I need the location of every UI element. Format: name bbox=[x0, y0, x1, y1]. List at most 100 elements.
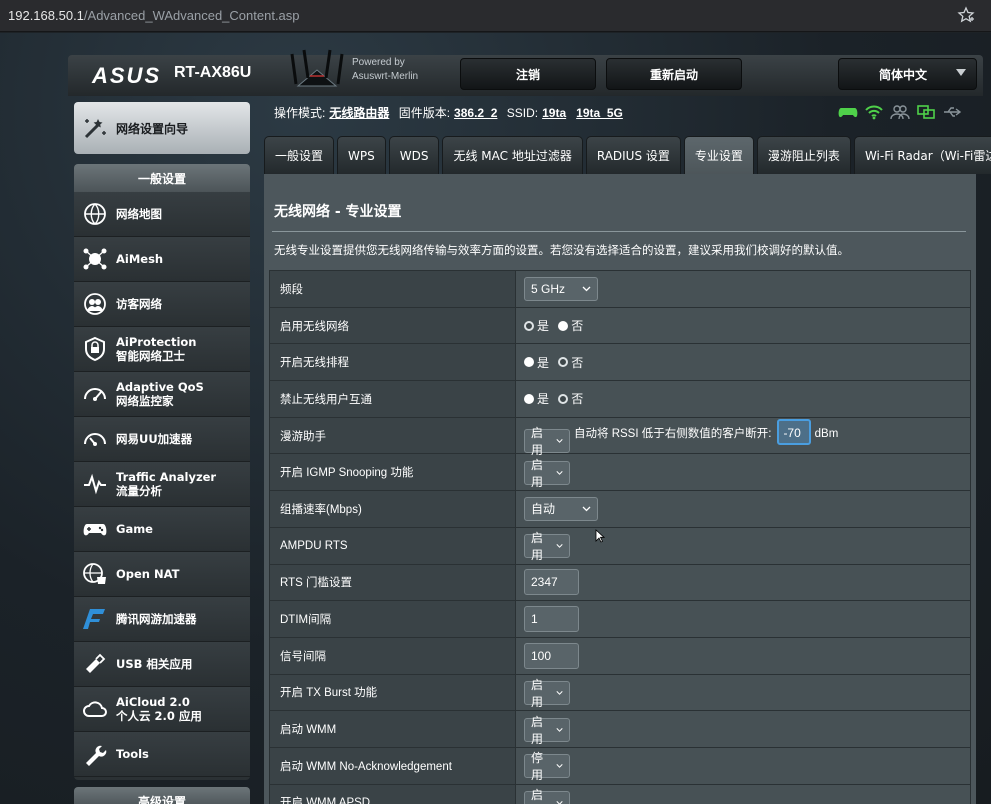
tencent-accelerator-icon bbox=[83, 609, 105, 629]
dtim-input[interactable]: 1 bbox=[524, 606, 579, 633]
ap-isolated-no[interactable]: 否 bbox=[558, 390, 583, 407]
table-row: AMPDU RTS 启用 bbox=[269, 526, 971, 565]
page-description: 无线专业设置提供您无线网络传输与效率方面的设置。若您没有选择适合的设置，建议采用… bbox=[274, 243, 849, 257]
quick-setup-button[interactable]: 网络设置向导 bbox=[74, 102, 250, 154]
tab-wifi-radar[interactable]: Wi-Fi Radar（Wi-Fi雷达） bbox=[853, 136, 991, 174]
wmm-noack-select[interactable]: 停用 bbox=[524, 751, 570, 782]
band-select[interactable]: 5 GHz bbox=[524, 276, 598, 301]
gamepad-icon bbox=[83, 524, 107, 536]
table-row: 开启无线排程 是 否 bbox=[269, 343, 971, 382]
browser-url-bar[interactable]: 192.168.50.1/Advanced_WAdvanced_Content.… bbox=[0, 0, 991, 32]
table-row: DTIM间隔 1 bbox=[269, 600, 971, 638]
bookmark-star-icon[interactable] bbox=[957, 6, 975, 24]
yes-label: 是 bbox=[537, 392, 550, 407]
multicast-select[interactable]: 自动 bbox=[524, 496, 598, 521]
mode-label: 操作模式: bbox=[274, 106, 326, 120]
wmm-apsd-select[interactable]: 启用 bbox=[524, 788, 570, 804]
sidebar-item-tools[interactable]: Tools bbox=[74, 732, 250, 777]
yes-label: 是 bbox=[537, 319, 550, 334]
sidebar-item-guest-network[interactable]: 访客网络 bbox=[74, 282, 250, 327]
wmm-select[interactable]: 启用 bbox=[524, 715, 570, 746]
radio-button[interactable] bbox=[524, 357, 534, 368]
sidebar-item-adaptive-qos[interactable]: Adaptive QoS 网络监控家 bbox=[74, 372, 250, 417]
tab-general[interactable]: 一般设置 bbox=[264, 136, 335, 174]
language-select[interactable]: 简体中文 bbox=[838, 58, 977, 90]
ampdu-select[interactable]: 启用 bbox=[524, 531, 570, 562]
sidebar-item-aimesh[interactable]: AiMesh bbox=[74, 237, 250, 282]
tab-radius[interactable]: RADIUS 设置 bbox=[585, 136, 681, 174]
txburst-value: 启用 bbox=[531, 677, 544, 709]
tab-wps[interactable]: WPS bbox=[337, 136, 386, 174]
ssid-2g[interactable]: 19ta bbox=[542, 106, 566, 120]
quick-setup-label: 网络设置向导 bbox=[116, 121, 189, 136]
status-icons bbox=[838, 104, 962, 120]
sidebar-item-network-map[interactable]: 网络地图 bbox=[74, 192, 250, 237]
table-row: 开启 IGMP Snooping 功能 启用 bbox=[269, 453, 971, 492]
chevron-down-icon bbox=[556, 801, 563, 804]
speedometer-icon bbox=[84, 388, 106, 401]
sidebar-item-tencent-accelerator[interactable]: 腾讯网游加速器 bbox=[74, 597, 250, 642]
rts-label: RTS 门槛设置 bbox=[269, 563, 516, 602]
enable-radio-yes[interactable]: 是 bbox=[524, 317, 549, 334]
chevron-down-icon bbox=[556, 470, 563, 475]
tab-roaming-block[interactable]: 漫游阻止列表 bbox=[756, 136, 851, 174]
tab-wds[interactable]: WDS bbox=[388, 136, 440, 174]
logout-button[interactable]: 注销 bbox=[460, 58, 596, 90]
radio-button[interactable] bbox=[558, 320, 569, 331]
network-status-icon[interactable] bbox=[916, 104, 936, 120]
language-label: 简体中文 bbox=[879, 67, 928, 82]
page-title: 无线网络 - 专业设置 bbox=[274, 204, 402, 220]
reboot-button[interactable]: 重新启动 bbox=[606, 58, 742, 90]
tab-professional[interactable]: 专业设置 bbox=[683, 136, 754, 174]
roaming-select[interactable]: 启用 bbox=[524, 426, 570, 457]
game-mode-icon[interactable] bbox=[838, 104, 858, 120]
beacon-input[interactable]: 100 bbox=[524, 642, 579, 669]
igmp-select[interactable]: 启用 bbox=[524, 458, 570, 489]
enable-schedule-yes[interactable]: 是 bbox=[524, 354, 549, 371]
tab-mac-filter[interactable]: 无线 MAC 地址过滤器 bbox=[442, 136, 583, 174]
firmware-value[interactable]: 386.2_2 bbox=[454, 106, 497, 120]
sidebar-item-usb-apps[interactable]: USB 相关应用 bbox=[74, 642, 250, 687]
radio-button[interactable] bbox=[524, 393, 534, 404]
sidebar-item-label: Adaptive QoS bbox=[116, 380, 204, 394]
sidebar-item-label: AiCloud 2.0 bbox=[116, 695, 190, 709]
mode-value[interactable]: 无线路由器 bbox=[329, 106, 389, 120]
sidebar-item-game[interactable]: Game bbox=[74, 507, 250, 552]
mesh-icon bbox=[83, 248, 107, 270]
radio-button[interactable] bbox=[558, 393, 569, 404]
sidebar-item-label: AiMesh bbox=[116, 252, 164, 266]
url-host: 192.168.50.1 bbox=[8, 8, 84, 23]
rssi-input[interactable]: -70 bbox=[777, 418, 812, 445]
clients-icon[interactable] bbox=[890, 104, 910, 120]
status-line: 操作模式: 无线路由器 固件版本: 386.2_2 SSID: 19ta 19ta_5G bbox=[274, 104, 629, 121]
sidebar-item-traffic-analyzer[interactable]: Traffic Analyzer 流量分析 bbox=[74, 462, 250, 507]
radio-button[interactable] bbox=[524, 320, 534, 331]
firmware-label: 固件版本: bbox=[398, 106, 451, 120]
sidebar-item-aicloud[interactable]: AiCloud 2.0 个人云 2.0 应用 bbox=[74, 687, 250, 732]
ssid-5g[interactable]: 19ta_5G bbox=[576, 106, 623, 120]
rts-input[interactable]: 2347 bbox=[524, 569, 579, 596]
ap-isolated-yes[interactable]: 是 bbox=[524, 390, 549, 407]
sidebar-item-open-nat[interactable]: Open NAT bbox=[74, 552, 250, 597]
multicast-value: 自动 bbox=[531, 502, 556, 517]
enable-schedule-no[interactable]: 否 bbox=[558, 354, 583, 371]
asus-logo: ASUS bbox=[92, 63, 162, 88]
enable-radio-no[interactable]: 否 bbox=[558, 317, 583, 334]
wmm-value: 启用 bbox=[531, 714, 544, 746]
wifi-icon[interactable] bbox=[864, 104, 884, 120]
txburst-select[interactable]: 启用 bbox=[524, 678, 570, 709]
table-row: 开启 TX Burst 功能 启用 bbox=[269, 673, 971, 712]
radio-button[interactable] bbox=[558, 357, 569, 368]
usb-icon[interactable] bbox=[942, 104, 962, 120]
enable-schedule-label: 开启无线排程 bbox=[269, 343, 516, 382]
traffic-graph-icon bbox=[84, 473, 106, 495]
table-row: RTS 门槛设置 2347 bbox=[269, 563, 971, 602]
wmm-noack-label: 启动 WMM No-Acknowledgement bbox=[269, 746, 516, 785]
powered-by-line1: Powered by bbox=[352, 57, 405, 68]
sidebar-item-sublabel: 流量分析 bbox=[116, 484, 162, 498]
sidebar-item-aiprotection[interactable]: AiProtection 智能网络卫士 bbox=[74, 327, 250, 372]
cloud-icon bbox=[83, 701, 107, 717]
sidebar-item-uu-accelerator[interactable]: 网易UU加速器 bbox=[74, 417, 250, 462]
band-value: 5 GHz bbox=[531, 281, 566, 296]
roaming-label: 漫游助手 bbox=[269, 416, 516, 455]
